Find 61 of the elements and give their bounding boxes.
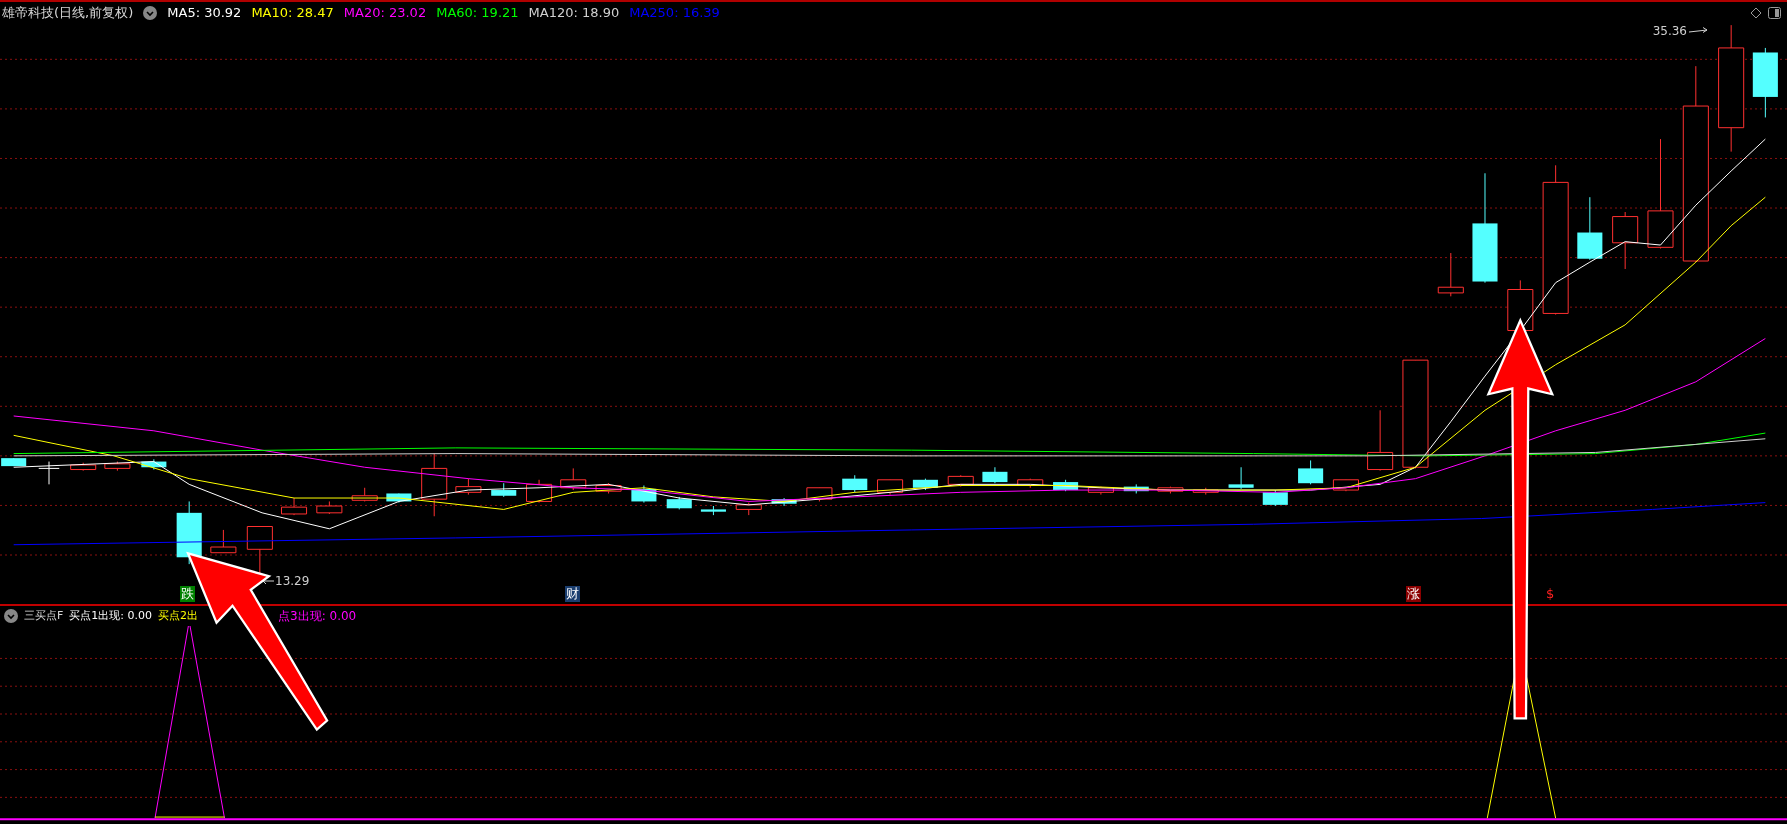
- candlestick: [1298, 459, 1324, 485]
- candlestick: [1087, 486, 1114, 496]
- candlestick: [1332, 479, 1359, 492]
- candlestick: [455, 478, 482, 496]
- chart-title: 雄帝科技(日线,前复权): [2, 4, 134, 23]
- indicator-value: 买点2出: [158, 607, 199, 624]
- candlestick: [631, 485, 657, 504]
- indicator-name: 三买点F: [24, 607, 64, 624]
- candlestick: [771, 497, 797, 507]
- indicator-value: 点3出现: 0.00: [278, 608, 357, 625]
- moving-average-value: MA120: 18.90: [528, 4, 620, 23]
- candlestick: [1053, 479, 1079, 492]
- chart-marker: 财: [565, 586, 580, 602]
- candlestick: [595, 482, 622, 494]
- candlestick: [842, 474, 868, 493]
- moving-average-value: MA250: 16.39: [629, 4, 720, 23]
- candlestick: [1228, 466, 1254, 490]
- candlestick: [1437, 252, 1464, 297]
- diamond-icon[interactable]: [1750, 7, 1762, 19]
- chevron-circle-icon[interactable]: [4, 609, 18, 623]
- candlestick: [386, 492, 412, 504]
- candlestick: [947, 474, 974, 488]
- chart-marker: 涨: [1406, 586, 1421, 602]
- candlestick: [1017, 478, 1044, 489]
- candlestick: [1577, 196, 1603, 261]
- high-price-label: 35.36: [1652, 24, 1687, 38]
- candlestick: [526, 479, 553, 504]
- candlestick: [141, 458, 167, 471]
- indicator-value: 买点1出现: 0.00: [69, 607, 153, 624]
- moving-average-value: MA5: 30.92: [167, 4, 242, 23]
- candlestick: [70, 462, 97, 472]
- arrow-icon: [262, 577, 274, 585]
- candlestick: [666, 496, 692, 510]
- candlestick: [210, 529, 237, 554]
- candlestick: [700, 505, 726, 516]
- candlestick: [421, 453, 448, 517]
- candlestick: [1, 457, 27, 467]
- candlestick: [735, 502, 762, 516]
- candlestick: [1507, 279, 1534, 333]
- moving-average-value: MA60: 19.21: [436, 4, 519, 23]
- chart-marker: $: [1545, 586, 1556, 602]
- candlestick: [982, 466, 1008, 484]
- candlestick: [1367, 409, 1394, 472]
- panel-toggle-icon[interactable]: [1768, 7, 1781, 19]
- candlestick: [104, 461, 131, 472]
- candlestick: [1157, 486, 1184, 494]
- moving-average-value: MA10: 28.47: [251, 4, 334, 23]
- candlestick: [1752, 47, 1778, 118]
- moving-average-value: MA20: 23.02: [343, 4, 427, 23]
- candlestick: [38, 461, 60, 485]
- candlestick: [316, 500, 343, 515]
- candlestick: [560, 467, 587, 491]
- chevron-circle-icon[interactable]: [143, 6, 158, 20]
- candlestick: [491, 482, 517, 498]
- candlestick: [281, 497, 308, 516]
- arrow-icon: [1689, 27, 1709, 35]
- chart-marker: 跌: [180, 586, 195, 602]
- candlestick: [912, 478, 938, 491]
- candlestick: [351, 487, 378, 502]
- low-price-label: 13.29: [275, 574, 310, 588]
- candlestick: [1612, 211, 1639, 270]
